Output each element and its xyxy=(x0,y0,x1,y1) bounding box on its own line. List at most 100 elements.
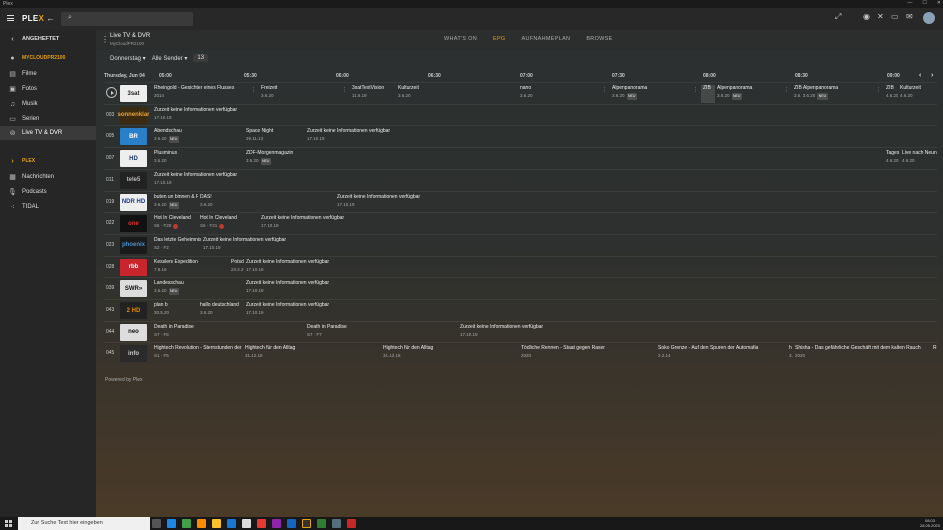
more-options-icon[interactable]: ⋮ xyxy=(101,35,109,44)
program-cell[interactable]: Zurzeit keine Informationen verfügbar 17.… xyxy=(305,128,805,146)
prev-arrow-icon[interactable]: ‹ xyxy=(919,72,921,79)
tab-browse[interactable]: BROWSE xyxy=(578,36,620,42)
cast-icon[interactable]: ▭ xyxy=(891,12,899,21)
store-icon[interactable] xyxy=(242,519,251,528)
close-button[interactable]: ✕ xyxy=(937,0,941,6)
program-cell[interactable]: ZIB xyxy=(701,85,715,103)
program-cell[interactable]: Rheingold - Gesichter eines Flusses 2014 ⋮ xyxy=(152,85,259,103)
program-cell[interactable]: Tages 4.6.20 xyxy=(884,150,900,168)
program-cell[interactable]: ZDF-Morgenmagazin 3.6.20 NEU xyxy=(244,150,884,168)
program-cell[interactable]: Abendschau 3.6.20 NEU xyxy=(152,128,244,146)
channel-logo[interactable]: one xyxy=(120,215,147,233)
program-cell[interactable]: Soko Grenze - Auf den Spuren der Automaf… xyxy=(656,345,787,363)
sidebar-item-nachrichten[interactable]: ▦ Nachrichten xyxy=(0,170,96,184)
program-cell[interactable]: plan b 30.5.20 xyxy=(152,302,198,320)
settings-tools-icon[interactable]: ✕ xyxy=(877,12,884,21)
channel-logo[interactable]: HD xyxy=(120,150,147,168)
app-icon[interactable] xyxy=(257,519,266,528)
taskbar-search-input[interactable]: Zur Suche Text hier eingeben xyxy=(18,517,150,530)
program-cell[interactable]: Freizeit 3.6.20 ⋮ xyxy=(259,85,350,103)
chrome-icon[interactable] xyxy=(182,519,191,528)
channel-logo[interactable]: NDR HD xyxy=(120,193,147,211)
mail-icon[interactable] xyxy=(227,519,236,528)
channel-logo[interactable]: sonnenklar xyxy=(118,106,150,124)
sidebar-item-serien[interactable]: ▭ Serien xyxy=(0,112,96,126)
app-icon[interactable] xyxy=(332,519,341,528)
program-cell[interactable]: 3satTextVision 11.6.19 xyxy=(350,85,396,103)
back-arrow-icon[interactable]: ← xyxy=(46,13,55,23)
program-cell[interactable]: buten un binnen & Regional3.6.20NEU xyxy=(152,194,198,212)
program-cell[interactable]: Hightech Revolution - Sternstunden der S1… xyxy=(152,345,243,363)
app-icon[interactable] xyxy=(287,519,296,528)
sidebar-item-filme[interactable]: ▤ Filme xyxy=(0,67,96,81)
windows-start-icon[interactable] xyxy=(5,520,12,527)
program-cell[interactable]: hallo deutschland 3.6.20 xyxy=(198,302,244,320)
channel-logo[interactable]: neo xyxy=(120,323,147,341)
program-cell[interactable]: Zurzeit keine Informationen verfügbar 17.… xyxy=(335,194,835,212)
program-cell[interactable]: Death in Paradise S7 · F7 xyxy=(305,324,458,342)
channel-logo[interactable]: BR xyxy=(120,128,147,146)
program-cell[interactable]: Plusminus 3.6.20 xyxy=(152,150,244,168)
mail-icon[interactable]: ✉ xyxy=(906,12,913,21)
app-icon[interactable] xyxy=(317,519,326,528)
program-cell[interactable]: Potsd 23.2.2 xyxy=(229,259,244,277)
system-clock[interactable]: 08:03 28.05.2020 xyxy=(920,518,940,528)
sidebar-item-podcasts[interactable]: 🎙 Podcasts xyxy=(0,185,96,199)
server-item[interactable]: ● MYCLOUDPR2100 xyxy=(0,51,96,65)
program-cell[interactable]: Kesslers Expedition 7.8.16 xyxy=(152,259,229,277)
hamburger-menu-icon[interactable] xyxy=(7,15,14,21)
program-cell[interactable]: Das letzte Geheimnis S2 · F2 xyxy=(152,237,201,255)
play-icon[interactable] xyxy=(106,87,117,98)
program-cell[interactable]: Zurzeit keine Informationen verfügbar 17.… xyxy=(244,302,744,320)
sidebar-item-musik[interactable]: ♫ Musik xyxy=(0,97,96,111)
program-cell[interactable]: Zurzeit keine Informationen verfügbar 17.… xyxy=(152,107,852,125)
maximize-button[interactable]: ☐ xyxy=(922,0,926,6)
program-cell[interactable]: Zurzeit keine Informationen verfügbar 17.… xyxy=(244,259,744,277)
program-cell[interactable]: ZIB 4.6.20 xyxy=(884,85,898,103)
more-options-icon[interactable]: ⋮ xyxy=(784,87,789,93)
channel-logo[interactable]: rbb xyxy=(120,258,147,276)
next-arrow-icon[interactable]: › xyxy=(931,72,933,79)
program-cell[interactable]: DAS! 3.6.20 xyxy=(198,194,335,212)
record-icon[interactable] xyxy=(219,223,225,229)
program-cell[interactable]: Alpenpanorama 3.6.20 NEU ⋮ xyxy=(715,85,792,103)
pinned-header[interactable]: ‹ ANGEHEFTET xyxy=(0,32,96,46)
channel-logo[interactable]: phoenix xyxy=(120,236,147,254)
program-cell[interactable]: Hightech für den Alltag 31.12.18 xyxy=(243,345,381,363)
program-cell[interactable]: Landesschau 3.6.20 NEU xyxy=(152,280,244,298)
program-cell[interactable]: Alpenpanorama 3.6.20 NEU ⋮ xyxy=(610,85,701,103)
more-options-icon[interactable]: ⋮ xyxy=(251,87,256,93)
program-cell[interactable]: nano 3.6.20 ⋮ xyxy=(518,85,610,103)
day-dropdown[interactable]: Donnerstag ▾ xyxy=(110,55,146,62)
plex-taskbar-icon[interactable] xyxy=(302,519,311,528)
program-cell[interactable]: Tödliche Rennen - Staat gegen Raser 2020 xyxy=(519,345,656,363)
app-icon[interactable] xyxy=(272,519,281,528)
program-cell[interactable]: Zurzeit keine Informationen verfügbar 17.… xyxy=(201,237,701,255)
channels-dropdown[interactable]: Alle Sender ▾ xyxy=(152,55,188,62)
user-avatar[interactable] xyxy=(923,12,935,24)
sidebar-item-tidal[interactable]: ⁖ TIDAL xyxy=(0,200,96,214)
program-cell[interactable]: Zurzeit keine Informationen verfügbar 17.… xyxy=(152,172,852,190)
more-options-icon[interactable]: ⋮ xyxy=(602,87,607,93)
plex-logo[interactable]: PLEX xyxy=(22,14,44,23)
program-cell[interactable]: Kulturzeit 4.6.20 xyxy=(898,85,943,103)
sidebar-item-live-tv[interactable]: ⊚ Live TV & DVR xyxy=(0,126,96,140)
program-cell[interactable]: Space Night 29.11.13 xyxy=(244,128,305,146)
program-cell[interactable]: Kulturzeit 3.6.20 xyxy=(396,85,518,103)
fullscreen-icon[interactable]: ⤢ xyxy=(835,12,841,22)
record-icon[interactable] xyxy=(173,223,179,229)
program-cell[interactable]: Hot In Cleveland S5 · F21 xyxy=(198,215,259,233)
program-cell[interactable]: Zurzeit keine Informationen verfügbar 17.… xyxy=(458,324,943,342)
tab-epg[interactable]: EPG xyxy=(485,36,514,42)
program-cell[interactable]: Death in Paradise S7 · F6 xyxy=(152,324,305,342)
channel-logo[interactable]: 3sat xyxy=(120,85,147,102)
firefox-icon[interactable] xyxy=(197,519,206,528)
minimize-button[interactable]: — xyxy=(907,0,912,6)
search-input[interactable]: ⌕ xyxy=(61,12,193,26)
program-cell[interactable]: Hot In Cleveland S5 · F20 xyxy=(152,215,198,233)
task-view-icon[interactable] xyxy=(152,519,161,528)
explorer-icon[interactable] xyxy=(212,519,221,528)
channel-logo[interactable]: 2 HD xyxy=(120,302,147,319)
program-cell[interactable]: Shisha - Das gefährliche Geschäft mit de… xyxy=(793,345,931,363)
program-cell[interactable]: Zurzeit keine Informationen verfügbar 17.… xyxy=(259,215,759,233)
